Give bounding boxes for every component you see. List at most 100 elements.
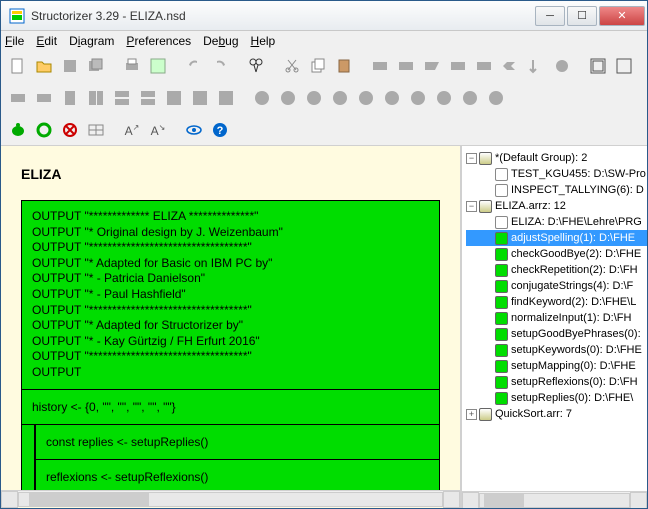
diagram-pane[interactable]: ELIZA OUTPUT "************* ELIZA ******…: [1, 146, 462, 508]
tree-pane: −*(Default Group): 2 TEST_KGU455: D:\SW-…: [462, 146, 647, 508]
c1[interactable]: [251, 87, 273, 109]
view1-button[interactable]: [587, 55, 609, 77]
tree-item[interactable]: normalizeInput(1): D:\FH: [466, 310, 647, 326]
tree-item[interactable]: setupKeywords(0): D:\FHE: [466, 342, 647, 358]
redo-button[interactable]: [209, 55, 231, 77]
tree-h-scrollbar[interactable]: [462, 491, 647, 508]
find-button[interactable]: [245, 55, 267, 77]
diagram-name: ELIZA: [21, 166, 440, 182]
scroll-right-icon[interactable]: [443, 491, 460, 508]
c6[interactable]: [381, 87, 403, 109]
r6[interactable]: [137, 87, 159, 109]
tree-item[interactable]: INSPECT_TALLYING(6): D: [466, 182, 647, 198]
tree-group-eliza[interactable]: −ELIZA.arrz: 12: [466, 198, 647, 214]
r9[interactable]: [215, 87, 237, 109]
tree-item[interactable]: checkRepetition(2): D:\FH: [466, 262, 647, 278]
tree-item[interactable]: setupMapping(0): D:\FHE: [466, 358, 647, 374]
cut-button[interactable]: [281, 55, 303, 77]
scroll-left-icon[interactable]: [1, 491, 18, 508]
el3-button[interactable]: [421, 55, 443, 77]
tree-item[interactable]: TEST_KGU455: D:\SW-Pro: [466, 166, 647, 182]
tree-group-default[interactable]: −*(Default Group): 2: [466, 150, 647, 166]
save-button[interactable]: [59, 55, 81, 77]
menu-debug[interactable]: Debug: [203, 34, 238, 48]
replies-block[interactable]: const replies <- setupReplies(): [35, 425, 440, 460]
loop-bar[interactable]: [21, 425, 35, 490]
scroll-left-icon[interactable]: [462, 492, 479, 509]
copy-button[interactable]: [307, 55, 329, 77]
doc-icon: [495, 184, 508, 197]
r2[interactable]: [33, 87, 55, 109]
font-dec-button[interactable]: A↘: [147, 119, 169, 141]
menu-preferences[interactable]: Preferences: [126, 34, 191, 48]
svg-text:?: ?: [217, 125, 224, 137]
project-tree[interactable]: −*(Default Group): 2 TEST_KGU455: D:\SW-…: [462, 146, 647, 491]
r4[interactable]: [85, 87, 107, 109]
tree-item[interactable]: checkGoodBye(2): D:\FHE: [466, 246, 647, 262]
c8[interactable]: [433, 87, 455, 109]
h-scroll-thumb[interactable]: [29, 493, 149, 506]
menu-edit[interactable]: Edit: [36, 34, 57, 48]
close-button[interactable]: ✕: [599, 6, 645, 26]
print-button[interactable]: [121, 55, 143, 77]
el8-button[interactable]: [551, 55, 573, 77]
c10[interactable]: [485, 87, 507, 109]
font-inc-button[interactable]: A↗: [121, 119, 143, 141]
reflexions-block[interactable]: reflexions <- setupReflexions(): [35, 460, 440, 490]
undo-button[interactable]: [183, 55, 205, 77]
minimize-button[interactable]: ─: [535, 6, 565, 26]
grid-button[interactable]: [85, 119, 107, 141]
el6-button[interactable]: [499, 55, 521, 77]
menu-file[interactable]: File: [5, 34, 24, 48]
tree-item-selected[interactable]: adjustSpelling(1): D:\FHE: [466, 230, 647, 246]
history-block[interactable]: history <- {0, "", "", "", "", ""}: [21, 390, 440, 425]
export-button[interactable]: [147, 55, 169, 77]
gear-button[interactable]: [33, 119, 55, 141]
app-window: Structorizer 3.29 - ELIZA.nsd ─ ☐ ✕ File…: [0, 0, 648, 509]
h-scrollbar[interactable]: [1, 490, 460, 507]
c4[interactable]: [329, 87, 351, 109]
doc-icon: [495, 216, 508, 229]
c3[interactable]: [303, 87, 325, 109]
r8[interactable]: [189, 87, 211, 109]
tree-item[interactable]: findKeyword(2): D:\FHE\L: [466, 294, 647, 310]
tree-item[interactable]: conjugateStrings(4): D:\F: [466, 278, 647, 294]
h-scroll-thumb[interactable]: [484, 494, 524, 507]
window-title: Structorizer 3.29 - ELIZA.nsd: [31, 9, 533, 23]
intro-block[interactable]: OUTPUT "************* ELIZA ************…: [21, 200, 440, 390]
tree-item[interactable]: ELIZA: D:\FHE\Lehre\PRG: [466, 214, 647, 230]
open-button[interactable]: [33, 55, 55, 77]
c5[interactable]: [355, 87, 377, 109]
tree-item[interactable]: setupGoodByePhrases(0):: [466, 326, 647, 342]
c7[interactable]: [407, 87, 429, 109]
el2-button[interactable]: [395, 55, 417, 77]
el5-button[interactable]: [473, 55, 495, 77]
el1-button[interactable]: [369, 55, 391, 77]
menu-diagram[interactable]: Diagram: [69, 34, 114, 48]
r5[interactable]: [111, 87, 133, 109]
paste-button[interactable]: [333, 55, 355, 77]
r3[interactable]: [59, 87, 81, 109]
r7[interactable]: [163, 87, 185, 109]
new-button[interactable]: [7, 55, 29, 77]
titlebar[interactable]: Structorizer 3.29 - ELIZA.nsd ─ ☐ ✕: [1, 1, 647, 31]
el4-button[interactable]: [447, 55, 469, 77]
tree-item[interactable]: setupReplies(0): D:\FHE\: [466, 390, 647, 406]
tree-group-quicksort[interactable]: +QuickSort.arr: 7: [466, 406, 647, 422]
tree-item[interactable]: setupReflexions(0): D:\FH: [466, 374, 647, 390]
menu-help[interactable]: Help: [251, 34, 276, 48]
eye-button[interactable]: [183, 119, 205, 141]
c9[interactable]: [459, 87, 481, 109]
maximize-button[interactable]: ☐: [567, 6, 597, 26]
sub-icon: [495, 328, 508, 341]
sub-icon: [495, 312, 508, 325]
r1[interactable]: [7, 87, 29, 109]
scroll-right-icon[interactable]: [630, 492, 647, 509]
turtle-button[interactable]: [7, 119, 29, 141]
view2-button[interactable]: [613, 55, 635, 77]
stop-button[interactable]: [59, 119, 81, 141]
saveall-button[interactable]: [85, 55, 107, 77]
el7-button[interactable]: [525, 55, 547, 77]
help-button[interactable]: ?: [209, 119, 231, 141]
c2[interactable]: [277, 87, 299, 109]
